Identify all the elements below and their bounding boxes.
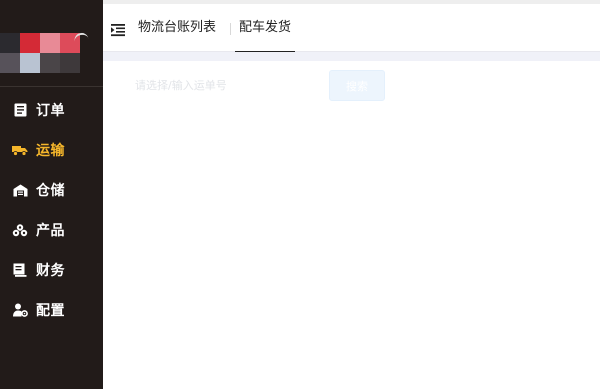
main-content — [103, 61, 600, 389]
sidebar-item-warehouse[interactable]: 仓储 — [0, 170, 103, 210]
logo-area — [0, 0, 103, 87]
sidebar-item-orders[interactable]: 订单 — [0, 90, 103, 130]
search-button[interactable]: 搜索 — [329, 70, 385, 101]
sidebar-item-products[interactable]: 产品 — [0, 210, 103, 250]
header-divider-strip — [103, 52, 600, 61]
warehouse-icon — [12, 182, 28, 198]
tab-logistics-ledger[interactable]: 物流台账列表 — [138, 4, 216, 52]
sidebar-item-label: 产品 — [36, 223, 65, 239]
waybill-search-input[interactable] — [125, 70, 320, 100]
sidebar-item-finance[interactable]: 财务 — [0, 250, 103, 290]
user-settings-icon — [12, 302, 28, 318]
document-list-icon — [12, 102, 28, 118]
brand-logo[interactable] — [0, 33, 80, 73]
tab-divider — [230, 23, 231, 35]
sidebar-item-label: 配置 — [36, 303, 65, 319]
boxes-icon — [12, 222, 28, 238]
sidebar: 订单 运输 仓储 产品 财务 配置 — [0, 0, 103, 389]
sidebar-item-label: 财务 — [36, 263, 65, 279]
menu-collapse-icon[interactable] — [111, 22, 125, 37]
sidebar-item-label: 订单 — [36, 103, 65, 119]
sidebar-item-settings[interactable]: 配置 — [0, 290, 103, 330]
top-tab-bar: 物流台账列表 配车发货 — [103, 0, 600, 53]
sidebar-item-label: 仓储 — [36, 183, 65, 199]
sidebar-item-label: 运输 — [36, 143, 65, 159]
sidebar-item-transport[interactable]: 运输 — [0, 130, 103, 170]
tab-vehicle-dispatch[interactable]: 配车发货 — [235, 4, 296, 53]
ledger-icon — [12, 262, 28, 278]
truck-icon — [12, 142, 28, 158]
sidebar-nav: 订单 运输 仓储 产品 财务 配置 — [0, 90, 103, 330]
